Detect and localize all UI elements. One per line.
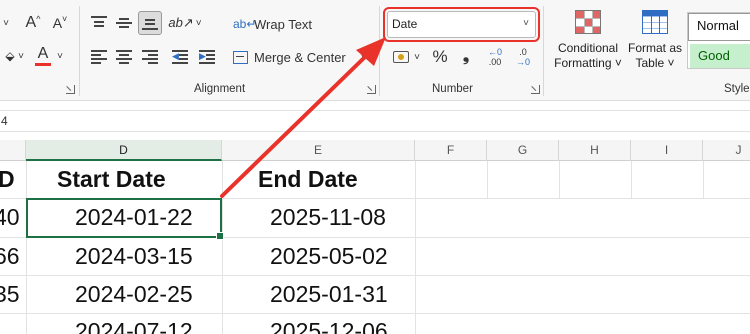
fill-color-dropdown-icon[interactable]: ˅ [16, 47, 26, 65]
cell-c-3[interactable]: 35 [0, 281, 20, 308]
decrease-decimal-arrow-icon: →0 [515, 57, 530, 67]
ribbon: ˅ A ^ A ˅ ⬙ ˅ A ˅ ab↗ ˅ ◀ ▶ ab↵ Wrap Tex… [0, 0, 750, 101]
col-divider [26, 161, 27, 334]
ribbon-divider [79, 6, 80, 96]
font-dialog-launcher-icon[interactable] [66, 85, 75, 94]
align-left-icon[interactable] [91, 50, 107, 64]
column-header-e[interactable]: E [222, 140, 415, 161]
orientation-dropdown-icon: ˅ [195, 17, 202, 29]
merge-center-icon [233, 50, 248, 64]
alignment-group-label: Alignment [194, 83, 246, 95]
col-divider [703, 161, 704, 198]
cell-c-2[interactable]: 66 [0, 243, 20, 270]
cell-c-header[interactable]: D [0, 166, 15, 193]
column-header-g[interactable]: G [487, 140, 559, 161]
font-color-dropdown-icon[interactable]: ˅ [55, 47, 65, 65]
formula-bar: 4 [0, 110, 750, 132]
name-box[interactable]: 4 [1, 114, 8, 128]
column-header-j[interactable]: J [703, 140, 750, 161]
alignment-dialog-launcher-icon[interactable] [367, 85, 376, 94]
comma-icon: ❟ [462, 48, 470, 65]
row-divider [0, 275, 750, 276]
orientation-button[interactable]: ab↗ ˅ [168, 12, 202, 34]
decrease-decimal-button[interactable]: .0 →0 [511, 44, 535, 70]
shrink-font-icon: A [52, 15, 63, 31]
cell-c-1[interactable]: 40 [0, 204, 20, 231]
conditional-formatting-icon [575, 10, 601, 34]
decrease-decimal-icon: .0 [519, 47, 527, 57]
increase-decimal-button[interactable]: ←0 .00 [483, 44, 507, 70]
end-date-cell[interactable]: 2025-05-02 [270, 243, 388, 270]
conditional-formatting-label-2: Formatting ˅ [554, 56, 622, 70]
font-color-button[interactable]: A [33, 44, 53, 68]
column-headers: D E F G H I J [0, 140, 750, 161]
highlight-box [383, 7, 540, 42]
wrap-text-button[interactable]: ab↵ Wrap Text [233, 14, 313, 34]
end-date-cell[interactable]: 2025-11-08 [270, 204, 386, 231]
end-date-cell[interactable]: 2025-01-31 [270, 281, 388, 308]
font-size-dropdown-icon[interactable]: ˅ [0, 14, 12, 32]
column-header-i[interactable]: I [631, 140, 703, 161]
grow-font-button[interactable]: A ^ [22, 12, 44, 34]
grow-font-icon: A [25, 14, 37, 31]
col-divider [487, 161, 488, 198]
increase-decimal-icon: .00 [488, 57, 502, 67]
accounting-format-icon [393, 51, 409, 63]
number-dialog-launcher-icon[interactable] [531, 85, 540, 94]
orientation-icon: ab↗ [168, 15, 194, 30]
comma-style-button[interactable]: ❟ [455, 45, 477, 69]
shrink-font-button[interactable]: A ˅ [49, 12, 71, 34]
align-center-icon[interactable] [116, 50, 132, 64]
number-group-label: Number [432, 83, 473, 95]
accounting-format-button[interactable] [390, 47, 412, 67]
column-header-h[interactable]: H [559, 140, 631, 161]
style-normal[interactable]: Normal [688, 13, 750, 41]
format-as-table-label-2: Table ˅ [635, 56, 675, 70]
end-date-header[interactable]: End Date [258, 166, 358, 193]
increase-decimal-arrow-icon: ←0 [487, 47, 502, 57]
font-color-swatch [35, 63, 51, 66]
percent-icon: % [432, 47, 448, 66]
format-as-table-icon [642, 10, 668, 34]
accounting-dropdown-icon[interactable]: ˅ [412, 48, 422, 66]
merge-center-label: Merge & Center [254, 49, 346, 65]
bottom-align-icon [142, 16, 158, 30]
ribbon-divider [379, 6, 380, 96]
col-divider [559, 161, 560, 198]
format-as-table-button[interactable]: Format as Table ˅ [627, 8, 683, 74]
cell-styles-gallery: Normal Good [687, 12, 750, 69]
start-date-cell[interactable]: 2024-07-12 [75, 318, 193, 334]
start-date-cell[interactable]: 2024-03-15 [75, 243, 193, 270]
active-cell-selection[interactable] [26, 198, 224, 240]
increase-indent-icon[interactable]: ▶ [199, 50, 215, 64]
col-divider [631, 161, 632, 198]
wrap-text-label: Wrap Text [254, 16, 313, 32]
top-align-icon[interactable] [91, 16, 107, 30]
col-divider [222, 161, 223, 334]
merge-center-button[interactable]: Merge & Center ˅ [233, 47, 379, 67]
style-good[interactable]: Good [690, 44, 750, 68]
conditional-formatting-label-1: Conditional [557, 41, 619, 55]
fill-color-icon: ⬙ [5, 49, 15, 63]
start-date-cell[interactable]: 2024-02-25 [75, 281, 193, 308]
format-as-table-label-1: Format as [627, 41, 682, 55]
align-right-icon[interactable] [142, 50, 158, 64]
column-header-c[interactable] [0, 140, 26, 161]
start-date-header[interactable]: Start Date [57, 166, 166, 193]
column-header-d[interactable]: D [26, 140, 222, 161]
font-color-icon: A [37, 45, 49, 62]
percent-style-button[interactable]: % [428, 45, 452, 69]
column-header-f[interactable]: F [415, 140, 487, 161]
merge-center-dropdown-icon[interactable]: ˅ [361, 52, 367, 63]
row-divider [0, 313, 750, 314]
col-divider [415, 161, 416, 334]
end-date-cell[interactable]: 2025-12-06 [270, 318, 388, 334]
ribbon-divider [543, 6, 544, 96]
bottom-align-button[interactable] [138, 11, 162, 35]
wrap-text-icon: ab↵ [233, 17, 257, 31]
styles-group-label: Style [724, 83, 750, 95]
middle-align-icon[interactable] [116, 16, 132, 30]
conditional-formatting-button[interactable]: Conditional Formatting ˅ [550, 8, 626, 74]
decrease-indent-icon[interactable]: ◀ [172, 50, 188, 64]
